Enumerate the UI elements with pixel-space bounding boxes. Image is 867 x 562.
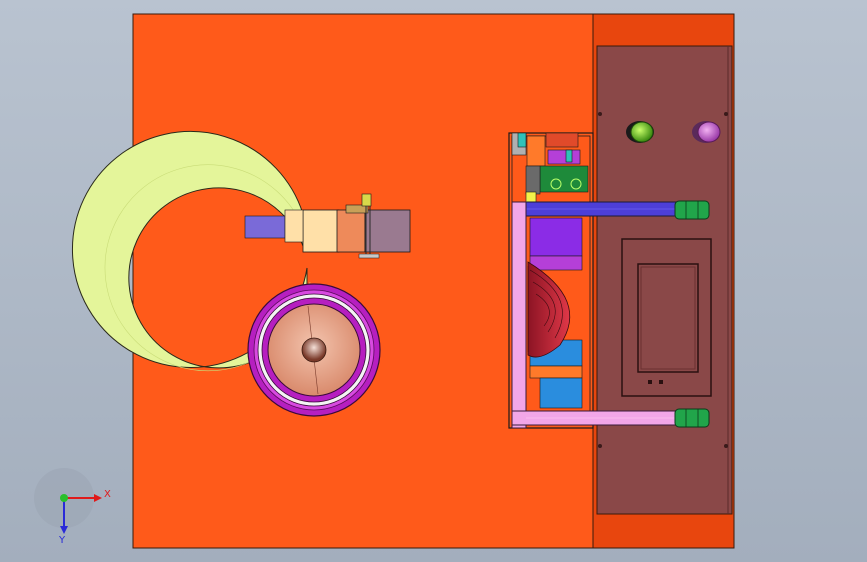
- hmi-screen[interactable]: [621, 238, 712, 397]
- green-push-button-icon[interactable]: [626, 121, 654, 143]
- panel-screw: [598, 112, 602, 116]
- axis-triad: X Y: [34, 468, 111, 546]
- panel-screw: [724, 112, 728, 116]
- hmi-port: [648, 380, 652, 384]
- hmi-port: [659, 380, 663, 384]
- rail-end-cap-top: [674, 200, 710, 220]
- panel-screw: [598, 444, 602, 448]
- purple-push-button-icon[interactable]: [692, 121, 721, 143]
- rail-end-cap-bottom: [674, 408, 710, 428]
- vibratory-bowl[interactable]: [247, 283, 381, 417]
- axis-y-label: Y: [58, 535, 66, 546]
- axis-x-label: X: [104, 489, 111, 500]
- panel-screw: [724, 444, 728, 448]
- guide-rail-bottom[interactable]: [511, 410, 678, 426]
- bowl-center-knob: [301, 337, 327, 363]
- cad-viewport[interactable]: X Y: [0, 0, 867, 562]
